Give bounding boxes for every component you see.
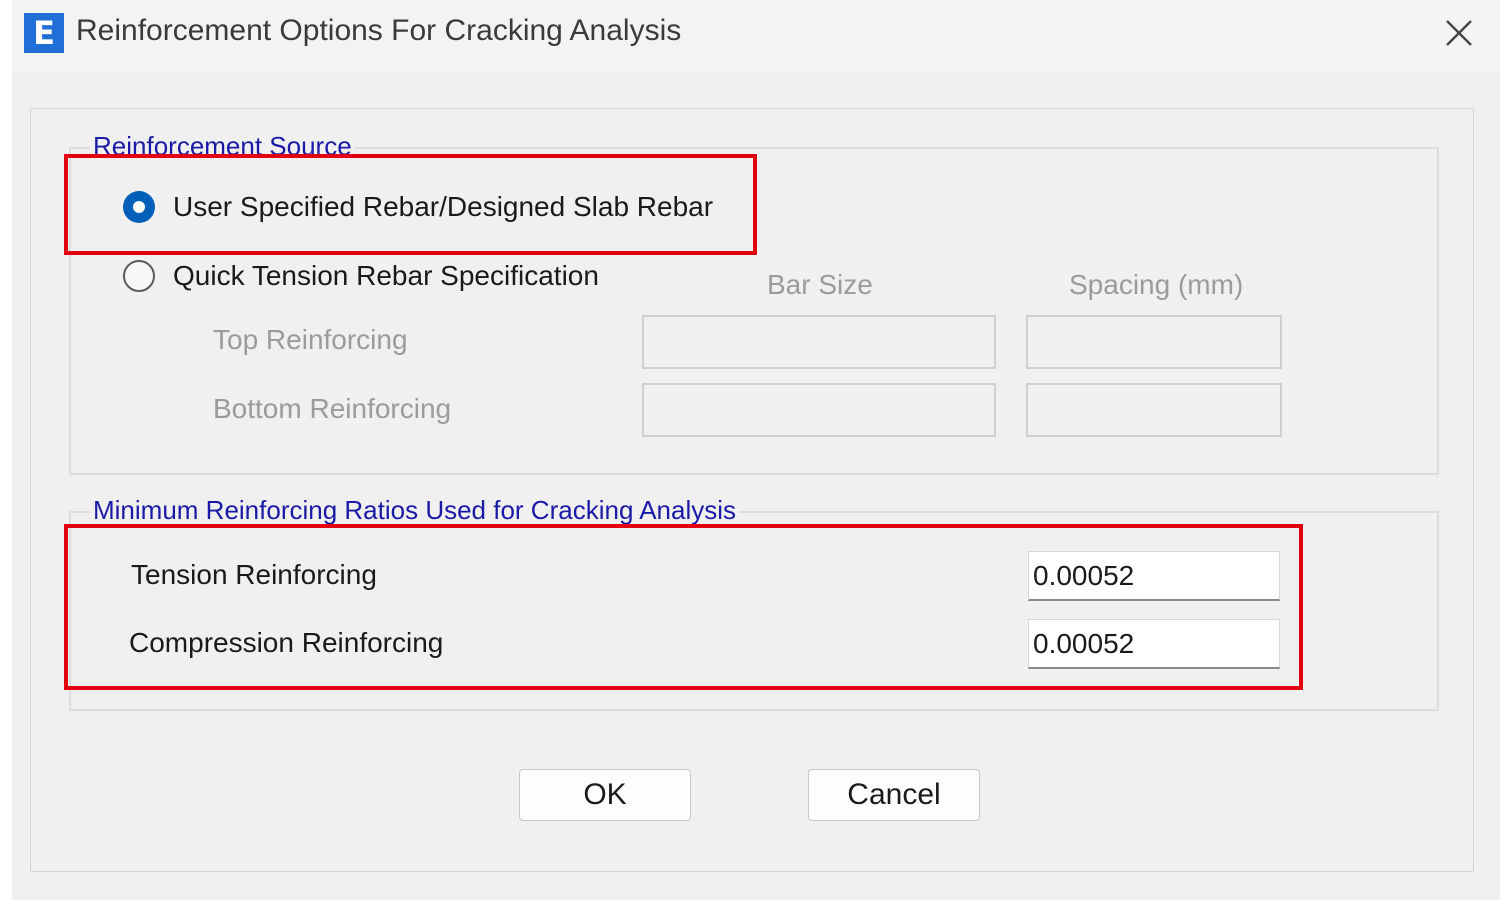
dialog-window: E Reinforcement Options For Cracking Ana… — [12, 0, 1500, 900]
radio-quick-tension-rebar[interactable]: Quick Tension Rebar Specification — [123, 260, 599, 292]
cancel-button[interactable]: Cancel — [808, 769, 980, 821]
radio-quick-tension-label: Quick Tension Rebar Specification — [173, 260, 599, 291]
top-bar-size-field[interactable] — [642, 315, 996, 369]
ok-button[interactable]: OK — [519, 769, 691, 821]
etabs-app-icon: E — [24, 13, 64, 53]
close-icon — [1446, 20, 1472, 46]
radio-user-specified-label: User Specified Rebar/Designed Slab Rebar — [173, 191, 714, 222]
top-spacing-field[interactable] — [1026, 315, 1282, 369]
dialog-body: Reinforcement Source User Specified Reba… — [30, 108, 1474, 872]
top-reinforcing-label: Top Reinforcing — [213, 324, 408, 355]
radio-selected-icon — [123, 191, 155, 223]
minimum-ratios-group — [69, 511, 1439, 711]
dialog-title: Reinforcement Options For Cracking Analy… — [76, 14, 682, 47]
radio-user-specified-rebar[interactable]: User Specified Rebar/Designed Slab Rebar — [123, 191, 713, 223]
column-header-spacing: Spacing (mm) — [1069, 269, 1244, 300]
minimum-ratios-title: Minimum Reinforcing Ratios Used for Crac… — [90, 495, 740, 526]
compression-reinforcing-field[interactable] — [1028, 619, 1280, 669]
bottom-reinforcing-label: Bottom Reinforcing — [213, 393, 452, 424]
tension-reinforcing-label: Tension Reinforcing — [131, 559, 377, 590]
close-button[interactable] — [1432, 10, 1486, 60]
reinforcement-source-title: Reinforcement Source — [90, 131, 355, 162]
radio-unselected-icon — [123, 260, 155, 292]
column-header-bar-size: Bar Size — [767, 269, 873, 300]
compression-reinforcing-label: Compression Reinforcing — [129, 627, 444, 658]
title-bar: E Reinforcement Options For Cracking Ana… — [12, 0, 1500, 72]
bottom-bar-size-field[interactable] — [642, 383, 996, 437]
bottom-spacing-field[interactable] — [1026, 383, 1282, 437]
tension-reinforcing-field[interactable] — [1028, 551, 1280, 601]
